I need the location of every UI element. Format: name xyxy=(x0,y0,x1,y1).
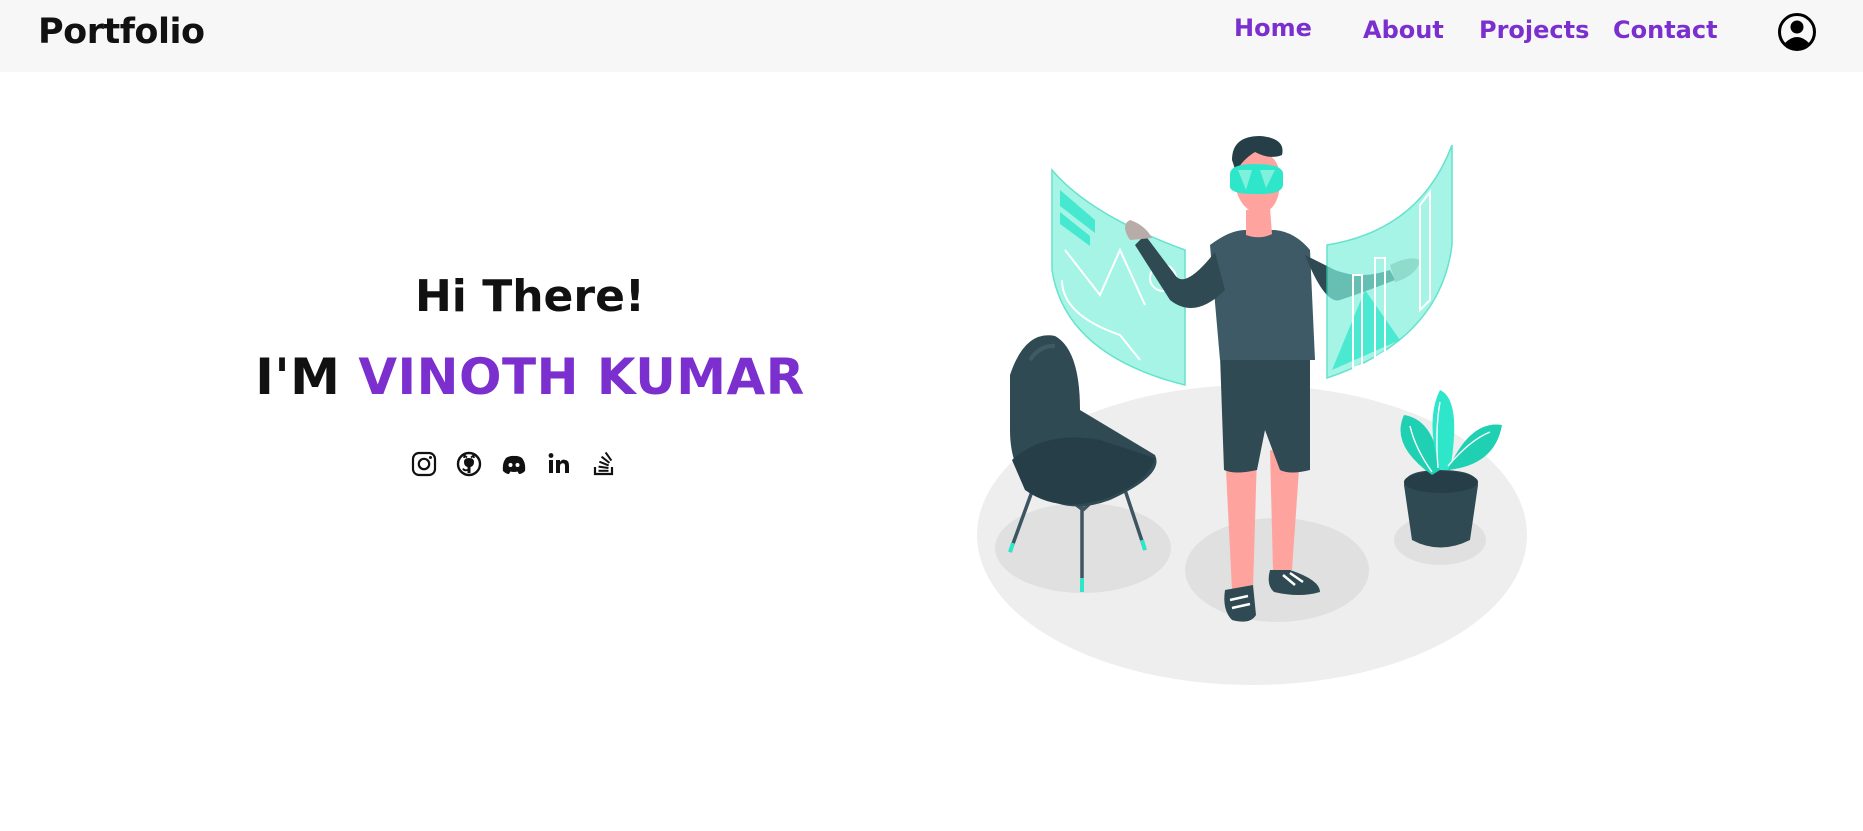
stackoverflow-icon[interactable] xyxy=(590,450,618,478)
nav-about-link[interactable]: About xyxy=(1363,16,1444,44)
user-circle-icon[interactable] xyxy=(1777,12,1817,52)
hero-name: VINOTH KUMAR xyxy=(358,348,805,406)
right-holo-screen xyxy=(1326,144,1453,380)
nav-home-link[interactable]: Home xyxy=(1234,14,1312,42)
nav-contact-link[interactable]: Contact xyxy=(1613,16,1718,44)
hero-intro: Hi There! I'M VINOTH KUMAR xyxy=(230,268,830,408)
instagram-icon[interactable] xyxy=(410,450,438,478)
nav-projects-link[interactable]: Projects xyxy=(1479,16,1589,44)
github-icon[interactable] xyxy=(455,450,483,478)
discord-icon[interactable] xyxy=(500,450,528,478)
hero-name-prefix: I'M xyxy=(255,348,359,406)
linkedin-icon[interactable] xyxy=(545,450,573,478)
social-links xyxy=(410,450,618,480)
hero-greeting: Hi There! xyxy=(414,271,645,322)
hero-name-line: I'M VINOTH KUMAR xyxy=(230,346,830,408)
vr-person-illustration xyxy=(977,136,1527,685)
brand-logo[interactable]: Portfolio xyxy=(38,12,205,52)
navbar: Portfolio Home About Projects Contact xyxy=(0,0,1863,72)
